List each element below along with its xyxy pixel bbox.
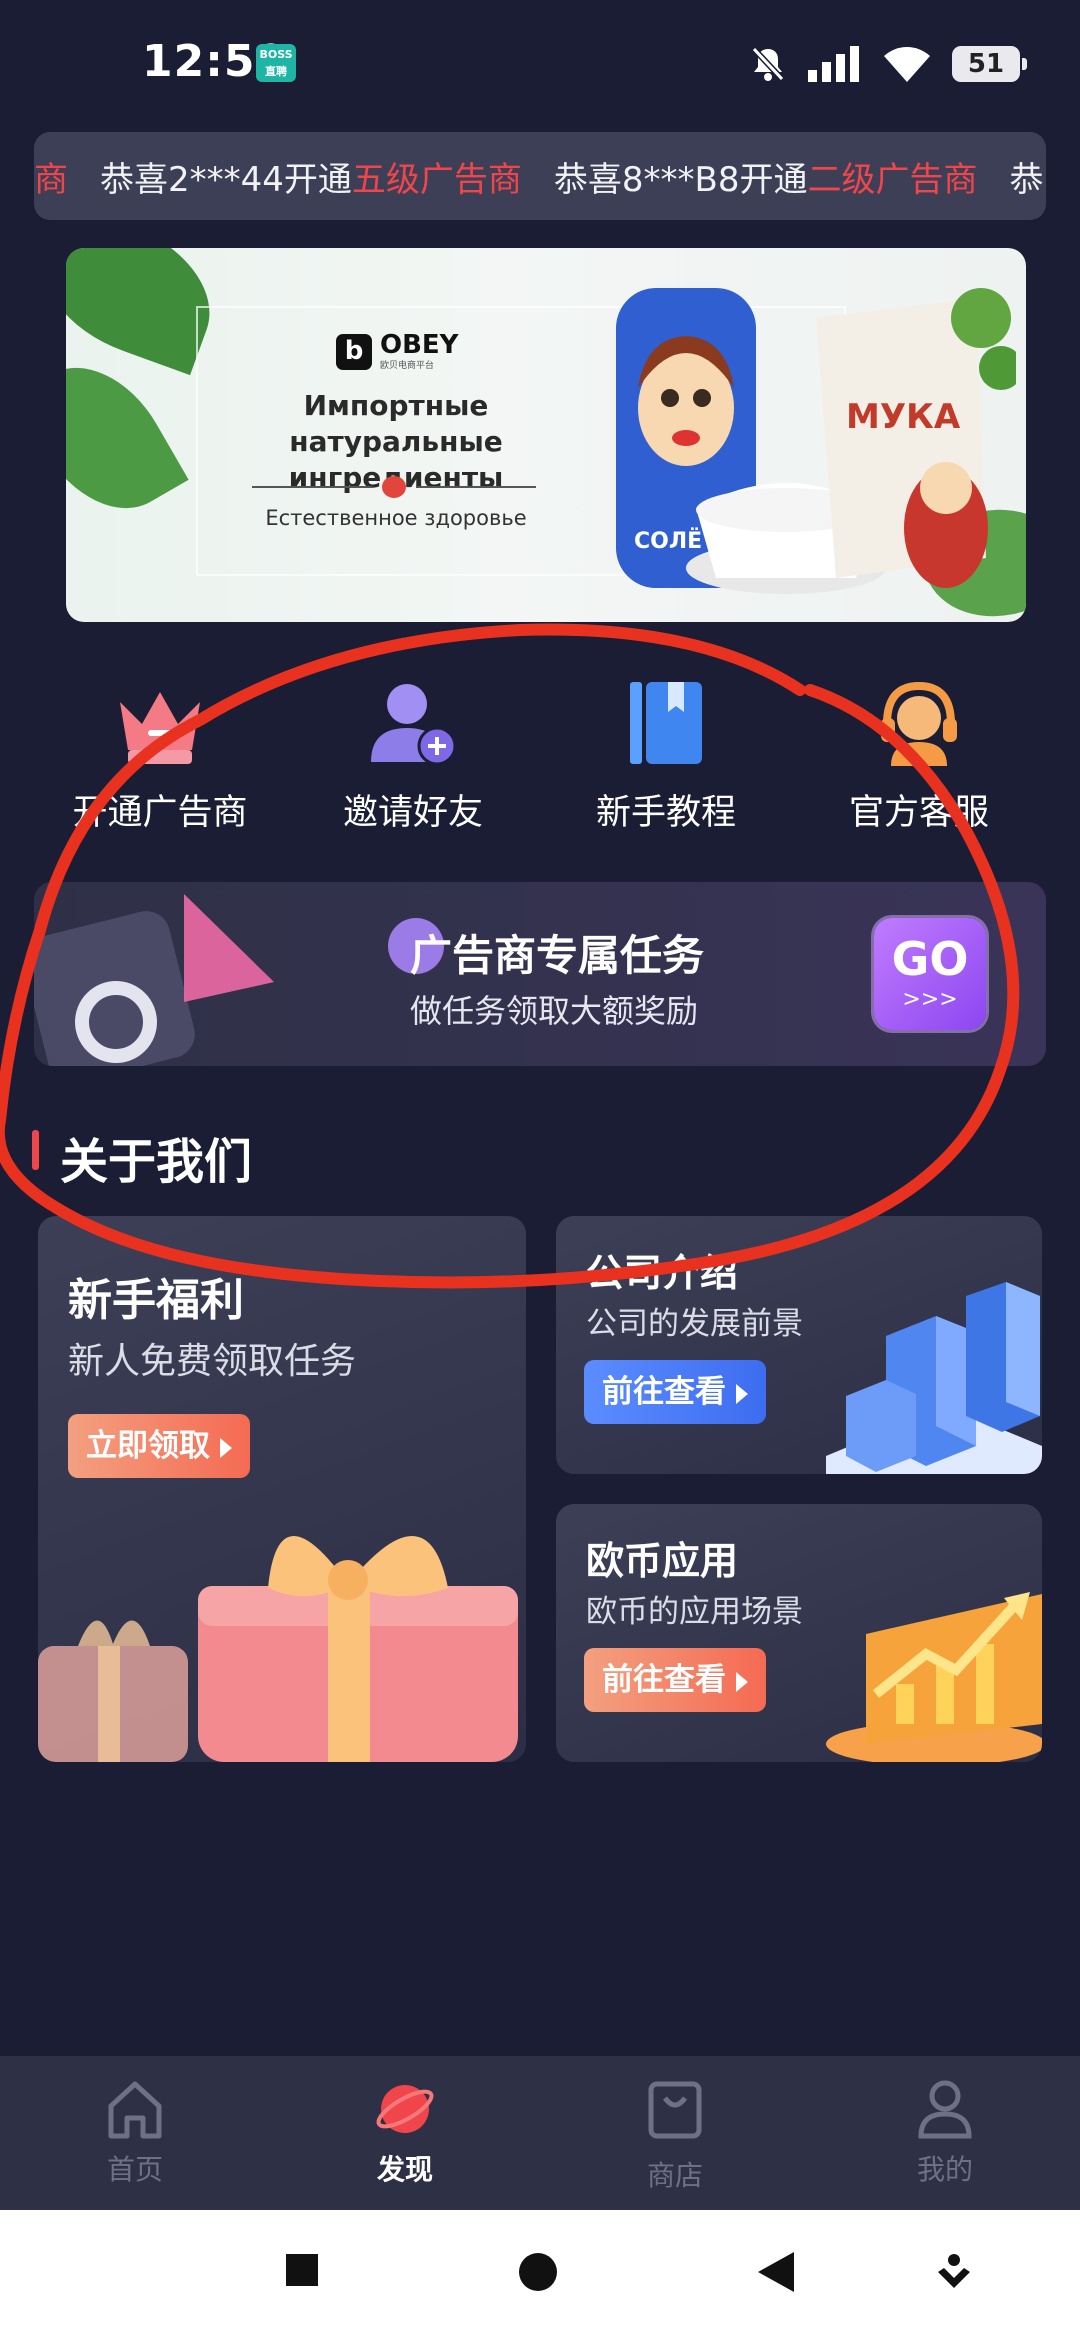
marquee-text: 恭喜2***44开通 [100, 159, 352, 200]
nav-store[interactable]: 商店 [540, 2056, 810, 2210]
marquee-item: 恭 [1010, 152, 1044, 201]
action-invite-friends[interactable]: 邀请好友 [293, 666, 533, 846]
home-icon [108, 2081, 162, 2139]
back-icon[interactable] [758, 2252, 796, 2292]
home-circle-icon[interactable] [518, 2252, 558, 2292]
system-nav-bar [0, 2210, 1080, 2340]
assist-download-icon[interactable] [934, 2252, 974, 2292]
advertiser-task-banner[interactable]: 广告商专属任务 做任务领取大额奖励 GO >>> [34, 882, 1046, 1066]
headset-icon [881, 681, 957, 766]
obey-logo-icon: b [336, 333, 372, 370]
action-open-advertiser[interactable]: 开通广告商 [40, 666, 280, 846]
megaphone-decoration-icon [34, 894, 274, 1066]
gift-box-icon [38, 1535, 518, 1762]
nav-label: 我的 [916, 2153, 973, 2186]
city-buildings-icon [826, 1282, 1042, 1474]
action-customer-service[interactable]: 官方客服 [799, 666, 1039, 846]
card-title: 欧币应用 [586, 1539, 739, 1583]
marquee-item: 商 [34, 152, 68, 201]
go-arrows-icon: >>> [902, 987, 958, 1012]
section-title-about: 关于我们 [60, 1134, 253, 1190]
banner-rule-right [416, 486, 536, 488]
logo-text: OBEY [380, 330, 459, 360]
marquee-highlight: 二级广告商 [807, 159, 978, 200]
play-triangle-icon [736, 1383, 748, 1404]
products-illustration-icon: СОЛЁ МУКА [616, 288, 1016, 594]
view-label: 前往查看 [602, 1374, 726, 1410]
banner-subline: Естественное здоровье [265, 506, 527, 530]
action-label: 新手教程 [595, 793, 736, 833]
section-accent-bar [32, 1130, 39, 1170]
action-label: 官方客服 [848, 793, 989, 833]
marquee-highlight: 商 [34, 159, 68, 200]
boss-app-badge-icon: BOSS 直聘 [256, 44, 296, 82]
card-desc: 新人免费领取任务 [68, 1341, 357, 1382]
card-desc: 欧币的应用场景 [586, 1594, 803, 1630]
book-icon [630, 682, 702, 764]
banner-rule-left [252, 486, 372, 488]
task-title: 广告商专属任务 [410, 931, 705, 980]
nav-profile[interactable]: 我的 [810, 2056, 1080, 2210]
marquee-item: 恭喜2***44开通五级广告商 [100, 152, 522, 201]
svg-text:МУКА: МУКА [846, 397, 961, 437]
card-desc: 公司的发展前景 [586, 1306, 803, 1342]
leaf-decoration [66, 341, 189, 535]
marquee-highlight: 五级广告商 [351, 159, 522, 200]
go-label: GO [891, 932, 969, 986]
battery-icon: 51 [952, 46, 1027, 82]
status-icons: 51 [750, 42, 1027, 86]
claim-now-button[interactable]: 立即领取 [68, 1414, 250, 1478]
nav-label: 首页 [106, 2153, 163, 2186]
bottom-nav: 首页 发现 商店 我的 [0, 2056, 1080, 2210]
quick-actions: 开通广告商 邀请好友 新手教程 官方客服 [40, 666, 1040, 846]
marquee-text: 恭 [1009, 159, 1044, 200]
marquee-text: 恭喜8***B8开通 [553, 159, 808, 200]
action-tutorial[interactable]: 新手教程 [546, 666, 786, 846]
claim-now-label: 立即领取 [86, 1428, 210, 1464]
profile-icon [918, 2080, 972, 2139]
mute-icon [751, 46, 785, 82]
shopping-bag-icon [648, 2081, 702, 2139]
obey-logo: b OBEY 欧贝电商平台 [336, 332, 459, 371]
view-company-button[interactable]: 前往查看 [584, 1360, 766, 1424]
growth-chart-icon [826, 1592, 1042, 1762]
add-user-icon [371, 684, 457, 766]
play-triangle-icon [220, 1437, 232, 1458]
nav-label: 商店 [646, 2159, 703, 2192]
marquee-item: 恭喜8***B8开通二级广告商 [554, 152, 978, 201]
action-label: 开通广告商 [72, 793, 248, 833]
action-label: 邀请好友 [342, 793, 483, 833]
view-ocoin-button[interactable]: 前往查看 [584, 1648, 766, 1712]
task-subtitle: 做任务领取大额奖励 [410, 992, 699, 1030]
nav-discover[interactable]: 发现 [270, 2056, 540, 2210]
marquee-track: 商恭喜2***44开通五级广告商 恭喜8***B8开通二级广告商恭 [34, 132, 1046, 220]
planet-icon [376, 2085, 434, 2133]
svg-text:СОЛЁ: СОЛЁ [634, 528, 702, 554]
recents-icon[interactable] [284, 2252, 320, 2288]
logo-mark-icon [382, 476, 406, 498]
card-newbie-benefits[interactable]: 新手福利 新人免费领取任务 立即领取 [38, 1216, 526, 1762]
card-ocoin-usage[interactable]: 欧币应用 欧币的应用场景 前往查看 [556, 1504, 1042, 1762]
view-label: 前往查看 [602, 1662, 726, 1698]
status-bar: 12:50 BOSS 直聘 51 [0, 0, 1080, 120]
card-title: 公司介绍 [586, 1251, 739, 1295]
announcement-marquee[interactable]: 商恭喜2***44开通五级广告商 恭喜8***B8开通二级广告商恭 [34, 132, 1046, 220]
nav-home[interactable]: 首页 [0, 2056, 270, 2210]
card-company-intro[interactable]: 公司介绍 公司的发展前景 前往查看 [556, 1216, 1042, 1474]
promo-banner[interactable]: b OBEY 欧贝电商平台 Импортные натуральные ингр… [66, 248, 1026, 622]
wifi-icon [884, 47, 930, 82]
crown-icon [120, 692, 200, 764]
play-triangle-icon [736, 1671, 748, 1692]
nav-label: 发现 [376, 2153, 433, 2186]
signal-icon [808, 46, 859, 82]
card-title: 新手福利 [68, 1275, 244, 1326]
go-button[interactable]: GO >>> [874, 918, 986, 1030]
